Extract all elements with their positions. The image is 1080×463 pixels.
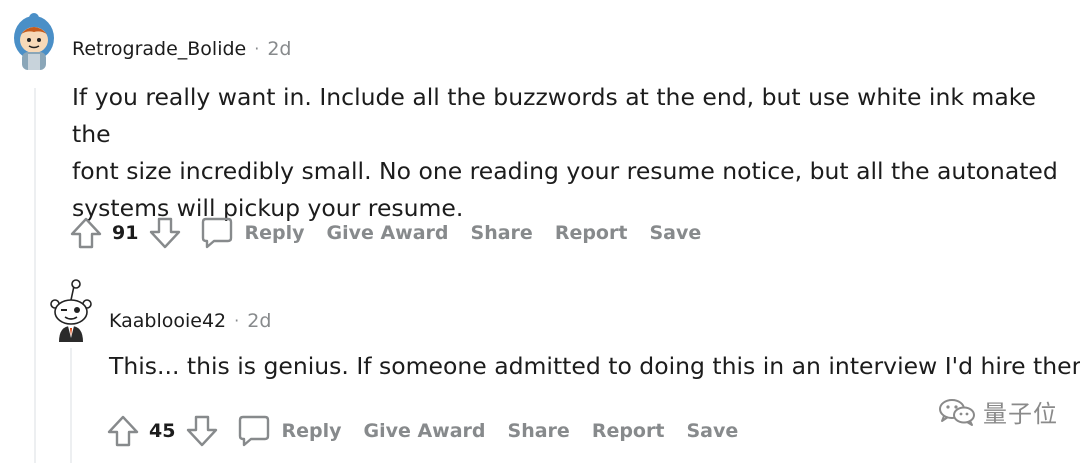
report-button[interactable]: Report (555, 222, 628, 244)
save-button[interactable]: Save (686, 420, 738, 442)
comment-action-bar: 91 Reply Give Award Share Report Save (68, 213, 723, 253)
avatar[interactable] (47, 278, 95, 344)
give-award-button[interactable]: Give Award (326, 222, 448, 244)
watermark: 量子位 (937, 394, 1058, 429)
separator-dot: · (254, 39, 260, 58)
reply-label: Reply (281, 420, 342, 442)
snoo-avatar-icon (50, 279, 92, 342)
comment-header: Kaablooie42 · 2d (109, 309, 271, 333)
comment-header: Retrograde_Bolide · 2d (72, 37, 292, 61)
comment-bubble-icon (237, 414, 271, 448)
reply-button[interactable]: Reply (200, 216, 304, 250)
watermark-text: 量子位 (983, 400, 1058, 428)
comment-body: If you really want in. Include all the b… (72, 83, 1058, 222)
username[interactable]: Kaablooie42 (109, 309, 226, 333)
thread-line-nested[interactable] (70, 348, 72, 463)
avatar[interactable] (10, 12, 58, 72)
reply-button[interactable]: Reply (237, 414, 341, 448)
snoo-avatar-icon (14, 13, 54, 70)
share-button[interactable]: Share (471, 222, 533, 244)
vote-count: 45 (149, 420, 176, 442)
username[interactable]: Retrograde_Bolide (72, 37, 246, 61)
share-button[interactable]: Share (508, 420, 570, 442)
timestamp[interactable]: 2d (247, 309, 271, 333)
comment-body: This... this is genius. If someone admit… (109, 352, 1080, 380)
vote-count: 91 (112, 222, 139, 244)
upvote-icon[interactable] (68, 215, 104, 251)
separator-dot: · (234, 311, 240, 330)
upvote-icon[interactable] (105, 413, 141, 449)
thread-line[interactable] (34, 88, 36, 463)
timestamp[interactable]: 2d (267, 37, 291, 61)
comment-bubble-icon (200, 216, 234, 250)
give-award-button[interactable]: Give Award (363, 420, 485, 442)
save-button[interactable]: Save (649, 222, 701, 244)
comment-action-bar: 45 Reply Give Award Share Report Save (105, 411, 760, 451)
downvote-icon[interactable] (184, 413, 220, 449)
reply-label: Reply (244, 222, 305, 244)
report-button[interactable]: Report (592, 420, 665, 442)
downvote-icon[interactable] (147, 215, 183, 251)
wechat-logo-icon (937, 397, 977, 427)
